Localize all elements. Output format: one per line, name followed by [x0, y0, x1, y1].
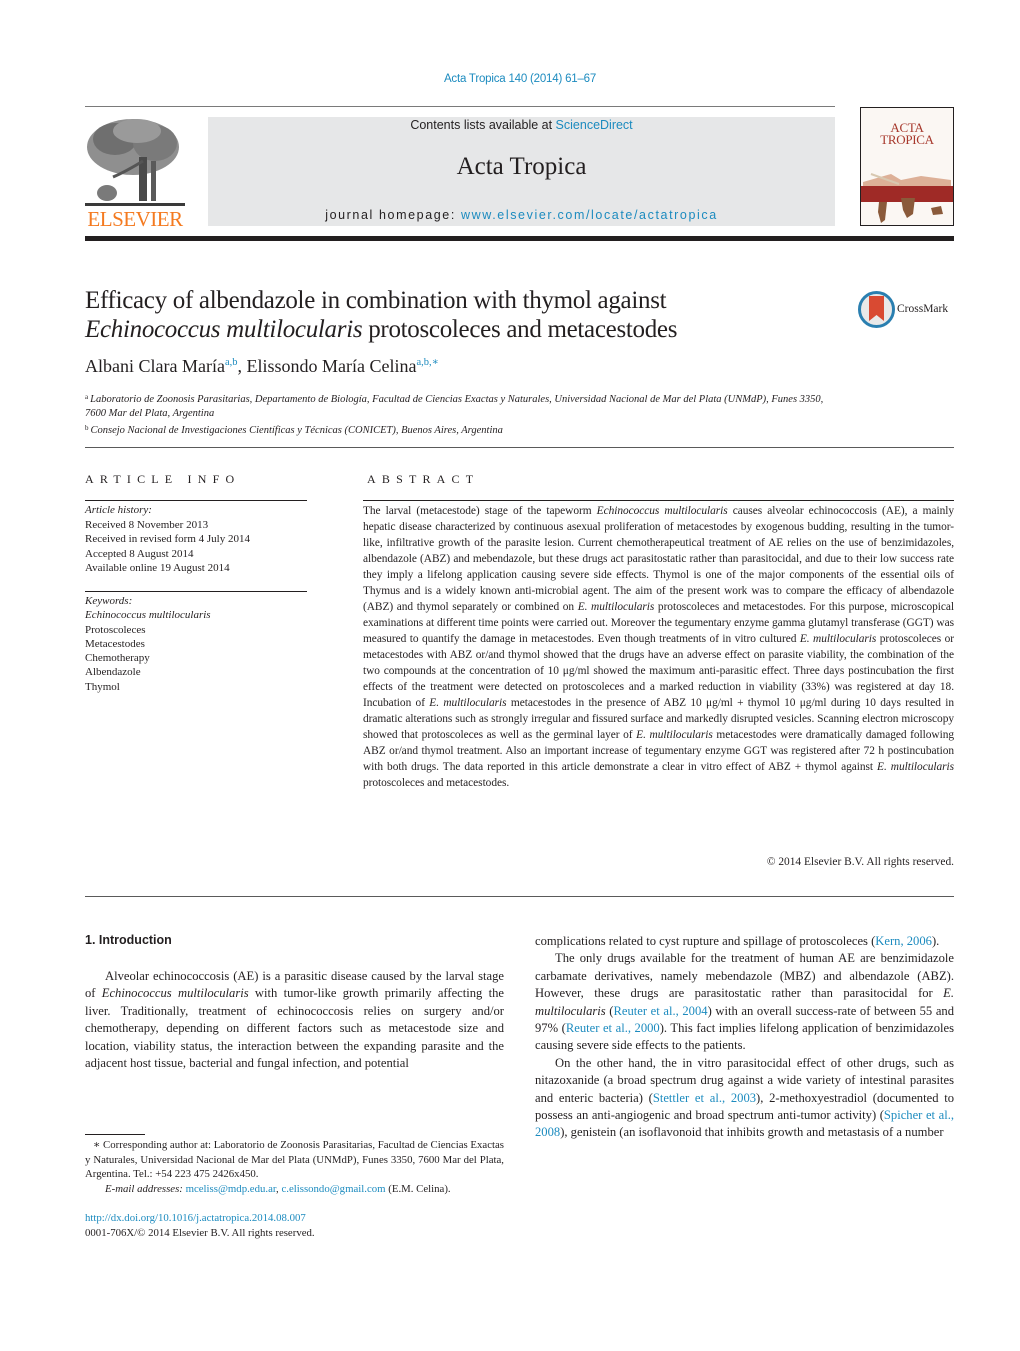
contents-line: Contents lists available at ScienceDirec…	[208, 118, 835, 132]
body-separator-rule	[85, 896, 954, 897]
footnote-corresponding: ∗ Corresponding author at: Laboratorio d…	[85, 1139, 504, 1181]
citation-link[interactable]: Reuter et al., 2000	[566, 1021, 660, 1035]
contents-prefix: Contents lists available at	[410, 118, 556, 132]
keyword-item[interactable]: Metacestodes	[85, 637, 307, 651]
affiliation-mark: b	[85, 424, 89, 432]
body-paragraph: complications related to cyst rupture an…	[535, 933, 954, 950]
citation-link[interactable]: Reuter et al., 2004	[613, 1004, 707, 1018]
crossmark-icon	[858, 291, 895, 328]
body-column-left: Alveolar echinococcosis (AE) is a parasi…	[85, 968, 504, 1072]
text-run: complications related to cyst rupture an…	[535, 934, 876, 948]
citation-link[interactable]: Stettler et al., 2003	[653, 1091, 756, 1105]
species-name: E. multilocularis	[877, 761, 954, 773]
keyword-item[interactable]: Albendazole	[85, 665, 307, 679]
keywords: Keywords: Echinococcus multilocularis Pr…	[85, 594, 307, 694]
species-name: E. multilocularis	[636, 729, 713, 741]
footnote-rule	[85, 1134, 145, 1135]
issn-copyright: 0001-706X/© 2014 Elsevier B.V. All right…	[85, 1226, 315, 1239]
title-line-2: Echinococcus multilocularis protoscolece…	[85, 315, 825, 344]
author-separator: ,	[237, 356, 247, 376]
citation-link[interactable]: Kern, 2006	[875, 934, 932, 948]
sciencedirect-link[interactable]: ScienceDirect	[556, 118, 633, 132]
text-run: ), genistein (an isoflavonoid that inhib…	[560, 1125, 944, 1140]
species-name: Echinococcus multilocularis	[101, 986, 249, 1001]
author-affil-marks[interactable]: a,b,∗	[416, 357, 438, 368]
body-paragraph: The only drugs available for the treatme…	[535, 950, 954, 1054]
author-list: Albani Clara Maríaa,b, Elissondo María C…	[85, 356, 439, 377]
affiliations: a Laboratorio de Zoonosis Parasitarias, D…	[85, 390, 825, 438]
cover-title-line2: TROPICA	[880, 132, 934, 147]
homepage-link[interactable]: www.elsevier.com/locate/actatropica	[461, 208, 718, 222]
author-name[interactable]: Elissondo María Celina	[247, 356, 417, 376]
history-item: Received 8 November 2013	[85, 518, 209, 531]
header-rule	[85, 106, 835, 107]
keywords-rule	[85, 591, 307, 592]
crossmark-label: CrossMark	[897, 303, 949, 315]
cover-title: ACTA TROPICA	[861, 121, 953, 147]
body-column-right: complications related to cyst rupture an…	[535, 933, 954, 1142]
text-run: protoscoleces and metacestodes.	[363, 777, 510, 789]
text-run: The only drugs available for the treatme…	[535, 951, 954, 1001]
affiliation-text: Consejo Nacional de Investigaciones Cien…	[90, 425, 503, 436]
body-paragraph: Alveolar echinococcosis (AE) is a parasi…	[85, 968, 504, 1072]
email-link[interactable]: mceliss@mdp.edu.ar	[186, 1183, 276, 1195]
keyword-item[interactable]: Echinococcus multilocularis	[85, 608, 307, 622]
text-run: causes alveolar echinococcosis (AE), a m…	[363, 505, 954, 613]
corresponding-author-footnote: ∗ Corresponding author at: Laboratorio d…	[85, 1138, 504, 1196]
title-line-1: Efficacy of albendazole in combination w…	[85, 287, 667, 314]
affiliation-text: Laboratorio de Zoonosis Parasitarias, De…	[85, 394, 824, 419]
section-heading-introduction: 1. Introduction	[85, 933, 172, 947]
keywords-label: Keywords:	[85, 595, 133, 607]
species-name: E. multilocularis	[429, 697, 507, 709]
homepage-prefix: journal homepage:	[325, 208, 462, 222]
email-label: E-mail addresses:	[105, 1182, 183, 1195]
abstract-copyright: © 2014 Elsevier B.V. All rights reserved…	[766, 856, 954, 868]
body-paragraph: On the other hand, the in vitro parasito…	[535, 1055, 954, 1142]
author-name[interactable]: Albani Clara María	[85, 356, 225, 376]
history-item: Accepted 8 August 2014	[85, 547, 194, 560]
journal-cover-thumbnail[interactable]: ACTA TROPICA	[860, 107, 954, 226]
title-species: Echinococcus multilocularis	[85, 316, 363, 343]
abstract-heading: ABSTRACT	[367, 472, 480, 486]
elsevier-logo[interactable]: ELSEVIER	[85, 117, 185, 231]
affiliation-b: b Consejo Nacional de Investigaciones Cie…	[85, 421, 825, 438]
journal-name: Acta Tropica	[456, 153, 587, 180]
journal-citation[interactable]: Acta Tropica 140 (2014) 61–67	[0, 73, 1020, 85]
elsevier-tree-icon	[85, 117, 185, 209]
history-label: Article history:	[85, 504, 152, 516]
species-name: E. multilocularis	[799, 633, 877, 645]
article-info-rule	[85, 500, 307, 501]
abstract-text: The larval (metacestode) stage of the ta…	[363, 503, 954, 791]
species-name: E. multilocularis	[577, 601, 655, 613]
world-map-icon	[861, 173, 953, 223]
article-info-heading: ARTICLE INFO	[85, 472, 241, 486]
keyword-item[interactable]: Chemotherapy	[85, 651, 307, 665]
title-rest: protoscoleces and metacestodes	[362, 316, 678, 343]
email-link[interactable]: c.elissondo@gmail.com	[281, 1183, 385, 1195]
history-item: Received in revised form 4 July 2014	[85, 533, 250, 545]
doi-link[interactable]: http://dx.doi.org/10.1016/j.actatropica.…	[85, 1211, 315, 1226]
doi-block: http://dx.doi.org/10.1016/j.actatropica.…	[85, 1211, 315, 1240]
species-name: Echinococcus multilocularis	[596, 505, 728, 517]
keyword-item[interactable]: Thymol	[85, 680, 307, 694]
text-run: The larval (metacestode) stage of the ta…	[363, 505, 597, 517]
author-affil-marks[interactable]: a,b	[225, 357, 238, 368]
keyword-item[interactable]: Protoscoleces	[85, 623, 307, 637]
article-title: Efficacy of albendazole in combination w…	[85, 286, 825, 344]
email-suffix: (E.M. Celina).	[385, 1182, 451, 1195]
article-history: Article history: Received 8 November 201…	[85, 503, 307, 576]
journal-header-box: Contents lists available at ScienceDirec…	[208, 117, 835, 226]
crossmark-button[interactable]: CrossMark	[858, 291, 958, 329]
homepage-line: journal homepage: www.elsevier.com/locat…	[208, 208, 835, 222]
affiliation-a: a Laboratorio de Zoonosis Parasitarias, D…	[85, 390, 825, 421]
abstract-rule	[363, 500, 954, 501]
affiliation-mark: a	[85, 393, 89, 401]
footnote-emails: E-mail addresses: mceliss@mdp.edu.ar, c.…	[105, 1182, 451, 1195]
elsevier-wordmark: ELSEVIER	[87, 207, 183, 231]
header-thick-rule	[85, 236, 954, 241]
history-item: Available online 19 August 2014	[85, 562, 230, 574]
text-run: ).	[931, 934, 940, 948]
affiliation-rule	[85, 447, 954, 448]
